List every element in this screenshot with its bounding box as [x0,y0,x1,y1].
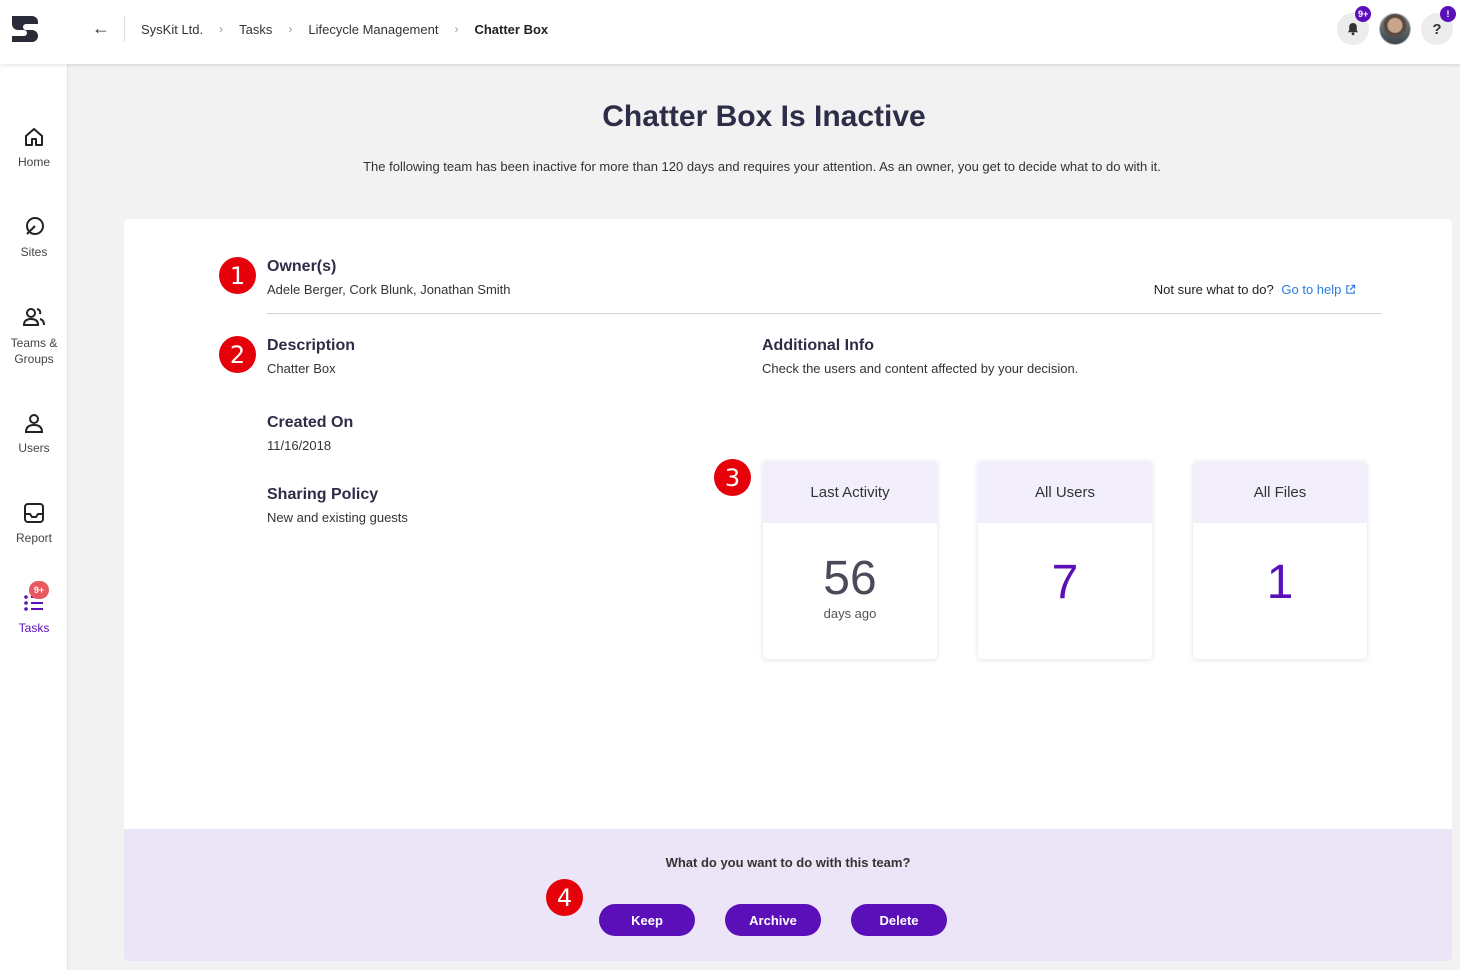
sidebar-item-label: Sites [20,245,48,259]
breadcrumb-item-tasks[interactable]: Tasks [239,22,272,37]
team-details-card: 1 Owner(s) Adele Berger, Cork Blunk, Jon… [124,219,1452,961]
top-bar: ← SysKit Ltd. › Tasks › Lifecycle Manage… [0,0,1460,64]
home-icon [25,128,43,146]
sidebar-item-label: Teams & Groups [10,336,58,366]
stat-card-title: Last Activity [763,461,937,523]
breadcrumb: SysKit Ltd. › Tasks › Lifecycle Manageme… [141,20,548,38]
all-files-value: 1 [1266,556,1294,609]
additional-info-label: Additional Info [762,337,874,354]
decision-footer: What do you want to do with this team? 4… [124,829,1452,961]
archive-button[interactable]: Archive [725,904,821,936]
created-on-label: Created On [267,414,354,431]
step-marker-4: 4 [546,879,583,916]
step-marker-1: 1 [219,257,256,294]
external-link-icon [1346,284,1356,294]
sidebar-item-label: Users [18,441,50,455]
breadcrumb-item-current: Chatter Box [474,21,549,37]
page-title-team-name: Chatter Box [602,100,773,133]
sidebar-item-users[interactable]: Users [0,411,68,455]
page-title: Chatter Box Is Inactive [68,100,1460,134]
sharing-policy-value: New and existing guests [267,510,408,525]
step-marker-2: 2 [219,336,256,373]
report-icon [24,503,44,523]
syskit-logo-icon[interactable] [8,12,42,46]
breadcrumb-item-organization[interactable]: SysKit Ltd. [141,22,203,37]
sidebar-item-label: Report [15,531,53,545]
help-prompt: Not sure what to do? Go to help [1154,282,1356,297]
stat-card-title: All Files [1193,461,1367,523]
last-activity-unit: days ago [823,606,877,621]
chevron-right-icon: › [288,22,293,36]
all-users-card[interactable]: All Users 7 [978,461,1152,659]
breadcrumb-divider [124,16,125,42]
chevron-right-icon: › [454,22,459,36]
keep-button[interactable]: Keep [599,904,695,936]
created-on-value: 11/16/2018 [267,438,332,453]
last-activity-card[interactable]: Last Activity 56 days ago [763,461,937,659]
sidebar: Home Sites Teams & Groups Users Report 9… [0,64,68,970]
page-subtitle: The following team has been inactive for… [363,159,1161,174]
help-badge: ! [1440,6,1456,22]
sharing-policy-label: Sharing Policy [267,486,379,503]
sidebar-item-report[interactable]: Report [0,501,68,545]
sidebar-item-home[interactable]: Home [0,125,68,169]
owners-value: Adele Berger, Cork Blunk, Jonathan Smith [267,282,511,297]
notifications-badge: 9+ [1355,6,1372,22]
decision-question: What do you want to do with this team? [665,855,911,870]
help-question: Not sure what to do? [1153,282,1274,297]
last-activity-value: 56 [823,552,877,605]
description-label: Description [267,337,356,354]
all-users-value: 7 [1051,556,1079,609]
sidebar-item-label: Home [17,155,50,169]
additional-info-value: Check the users and content affected by … [762,361,1079,376]
description-value: Chatter Box [267,361,336,376]
sidebar-item-label: Tasks [18,621,50,635]
teams-icon [22,308,45,326]
stat-card-title: All Users [978,461,1152,523]
section-divider [267,313,1382,314]
user-icon [24,414,44,433]
breadcrumb-item-lifecycle[interactable]: Lifecycle Management [308,22,438,37]
page-title-status: Is Inactive [780,100,926,133]
go-to-help-link[interactable]: Go to help [1281,282,1356,297]
sidebar-item-sites[interactable]: Sites [0,215,68,259]
question-mark-icon: ? [1432,20,1442,38]
sidebar-item-tasks[interactable]: 9+ Tasks [0,581,68,635]
delete-button[interactable]: Delete [851,904,947,936]
bell-icon [1347,23,1359,36]
back-arrow-icon[interactable]: ← [92,18,110,38]
tasks-badge: 9+ [29,581,49,599]
owners-label: Owner(s) [267,258,337,275]
sites-icon [26,217,44,235]
sidebar-item-teams-groups[interactable]: Teams & Groups [0,305,68,367]
step-marker-3: 3 [714,459,751,496]
all-files-card[interactable]: All Files 1 [1193,461,1367,659]
chevron-right-icon: › [219,22,224,36]
user-avatar[interactable] [1379,13,1411,45]
